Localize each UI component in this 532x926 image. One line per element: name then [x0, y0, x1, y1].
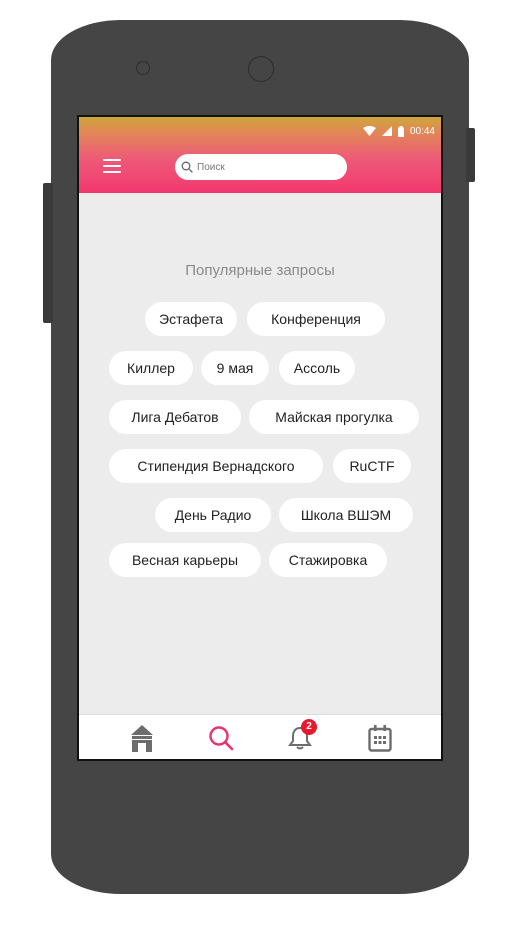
chip-mayskaya-progulka[interactable]: Майская прогулка: [249, 400, 419, 434]
top-app-bar: 00:44: [79, 117, 441, 193]
chip-estafeta[interactable]: Эстафета: [145, 302, 237, 336]
chip-killer[interactable]: Киллер: [109, 351, 193, 385]
phone-sensor: [136, 61, 150, 75]
battery-icon: [397, 125, 404, 137]
status-bar: 00:44: [362, 124, 435, 138]
search-input[interactable]: [197, 161, 317, 173]
search-bar[interactable]: [175, 154, 347, 180]
search-icon: [181, 161, 193, 173]
phone-volume-button: [43, 183, 53, 323]
nav-search[interactable]: [204, 721, 238, 755]
signal-icon: [381, 126, 392, 136]
chip-vesnaya-karery[interactable]: Весная карьеры: [109, 543, 261, 577]
hamburger-menu-icon[interactable]: [103, 159, 121, 173]
chip-assol[interactable]: Ассоль: [279, 351, 355, 385]
chip-stazhirovka[interactable]: Стажировка: [269, 543, 387, 577]
app-screen: 00:44 Популярные запросы Эстафета Конфер…: [77, 115, 443, 761]
chip-stipendiya-vernadskogo[interactable]: Стипендия Вернадского: [109, 449, 323, 483]
status-time: 00:44: [409, 125, 435, 137]
chip-konferentsiya[interactable]: Конференция: [247, 302, 385, 336]
phone-camera: [248, 56, 274, 82]
bottom-navigation: 2: [79, 714, 441, 759]
chip-9-maya[interactable]: 9 мая: [201, 351, 269, 385]
home-icon: [131, 725, 153, 752]
popular-queries-heading: Популярные запросы: [185, 262, 335, 279]
chip-liga-debatov[interactable]: Лига Дебатов: [109, 400, 241, 434]
phone-power-button: [466, 128, 475, 182]
search-icon: [209, 726, 234, 751]
chip-shkola-vshem[interactable]: Школа ВШЭМ: [279, 498, 413, 532]
notification-count-badge: 2: [301, 719, 317, 735]
chip-ructf[interactable]: RuCTF: [333, 449, 411, 483]
nav-notifications[interactable]: 2: [283, 719, 317, 755]
nav-home[interactable]: [125, 721, 159, 755]
calendar-icon: [368, 725, 392, 752]
nav-calendar[interactable]: [363, 721, 397, 755]
chip-den-radio[interactable]: День Радио: [155, 498, 271, 532]
wifi-icon: [362, 126, 376, 136]
